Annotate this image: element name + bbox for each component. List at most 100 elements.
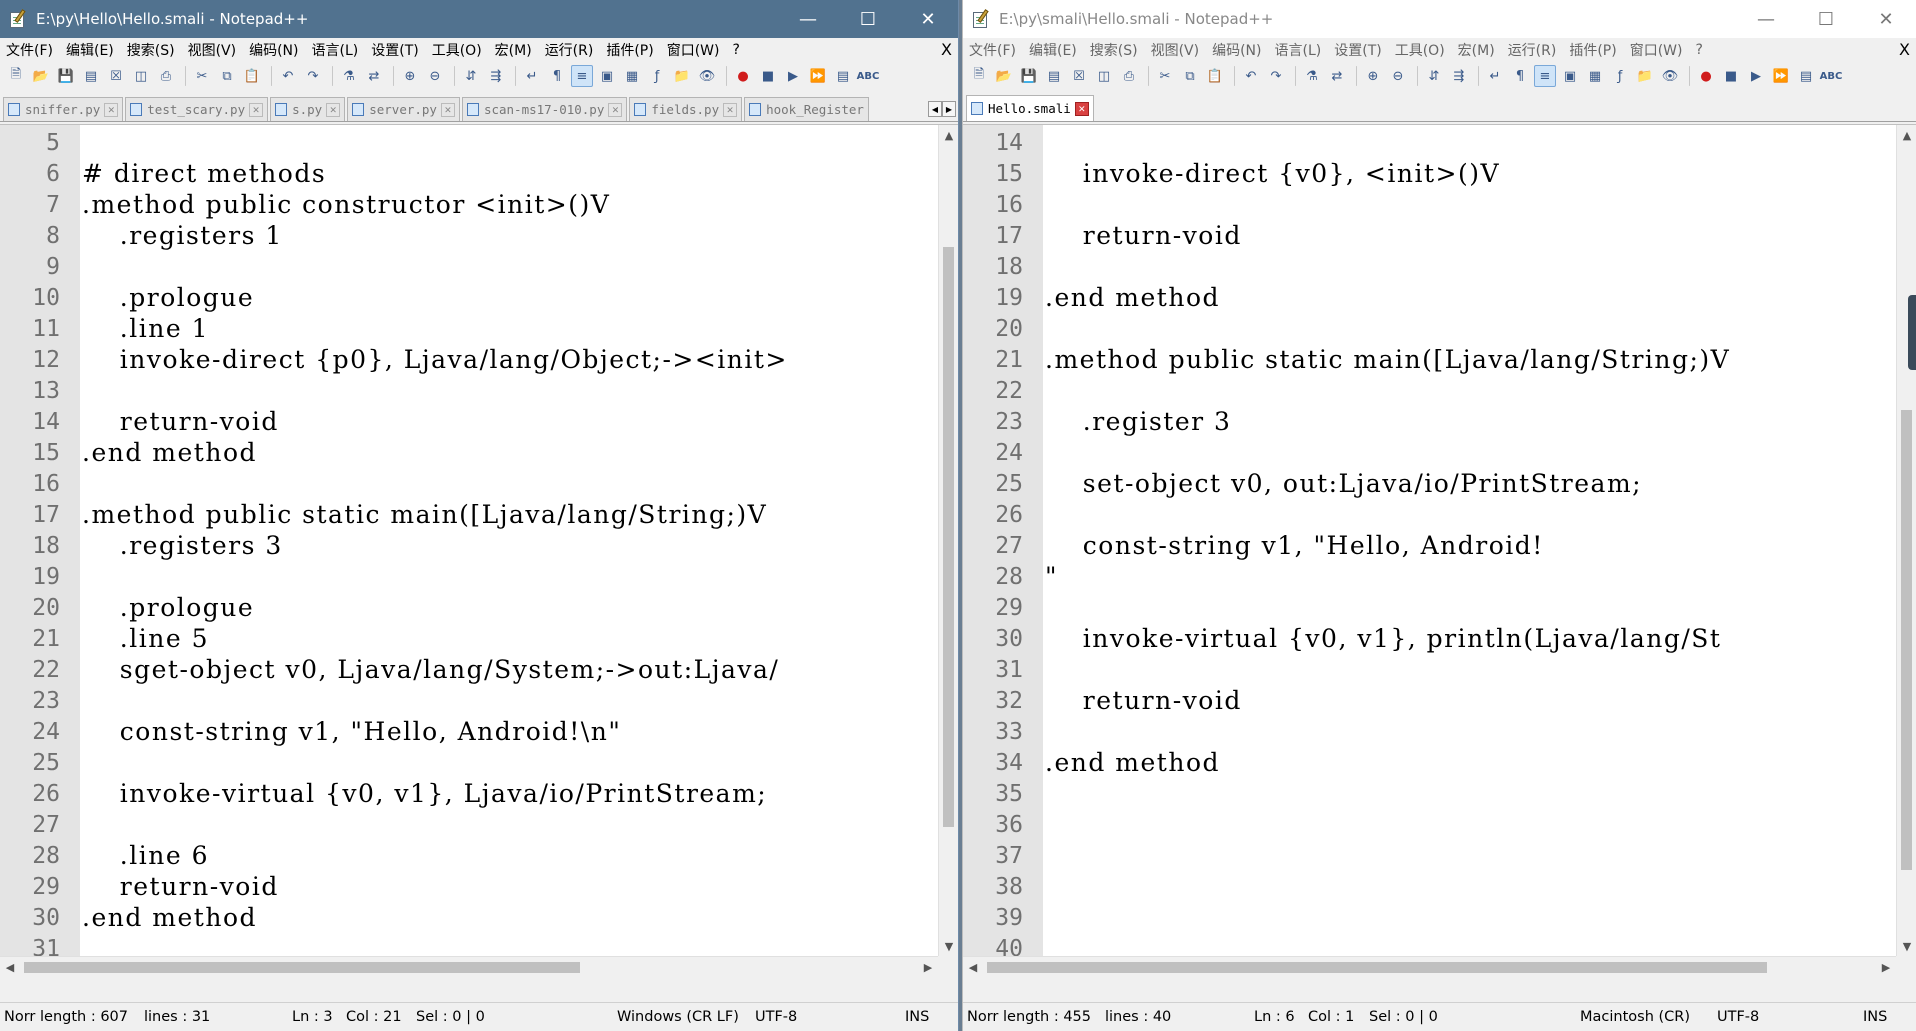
lang-icon[interactable]: ▣ (596, 65, 618, 87)
title-bar[interactable]: E:\py\smali\Hello.smali - Notepad++ — ☐ … (963, 0, 1916, 38)
doc-map-icon[interactable]: ▦ (621, 65, 643, 87)
function-list-icon[interactable]: ƒ (1609, 65, 1631, 87)
menu-file[interactable]: 文件(F) (969, 40, 1016, 60)
code-line[interactable]: 29 return-void (0, 871, 936, 902)
show-all-chars-icon[interactable]: ¶ (546, 65, 568, 87)
menu-settings[interactable]: 设置(T) (371, 40, 418, 60)
code-line[interactable]: 24 (963, 437, 1894, 468)
menu-edit[interactable]: 编辑(E) (1029, 40, 1077, 60)
menu-edit[interactable]: 编辑(E) (66, 40, 114, 60)
code-line[interactable]: 23 (0, 685, 936, 716)
code-line[interactable]: 28 .line 6 (0, 840, 936, 871)
menu-search[interactable]: 搜索(S) (127, 40, 175, 60)
monitor-icon[interactable]: 👁 (696, 65, 718, 87)
scroll-down-icon[interactable]: ▼ (939, 936, 958, 956)
side-panel-handle[interactable] (1908, 295, 1916, 370)
open-icon[interactable]: 📂 (993, 65, 1015, 87)
lang-icon[interactable]: ▣ (1559, 65, 1581, 87)
tab-test-scary[interactable]: test_scary.py ✕ (125, 97, 269, 121)
menu-plugins[interactable]: 插件(P) (606, 40, 653, 60)
record-macro-icon[interactable]: ● (732, 65, 754, 87)
indent-guide-icon[interactable]: ≡ (571, 65, 593, 87)
copy-icon[interactable]: ⧉ (1179, 65, 1201, 87)
code-line[interactable]: 8 .registers 1 (0, 220, 936, 251)
tab-scroll-left-icon[interactable]: ◀ (928, 101, 942, 117)
code-line[interactable]: 33 (963, 716, 1894, 747)
scroll-down-icon[interactable]: ▼ (1897, 936, 1916, 956)
code-line[interactable]: 31 (963, 654, 1894, 685)
maximize-button[interactable]: ☐ (838, 0, 898, 38)
code-line[interactable]: 11 .line 1 (0, 313, 936, 344)
code-line[interactable]: 24 const-string v1, "Hello, Android!\n" (0, 716, 936, 747)
folder-workspace-icon[interactable]: 📁 (671, 65, 693, 87)
code-editor[interactable]: 5 6 # direct methods 7 .method public constr… (0, 124, 958, 976)
title-bar[interactable]: E:\py\Hello\Hello.smali - Notepad++ — ☐ … (0, 0, 958, 38)
menu-file[interactable]: 文件(F) (6, 40, 53, 60)
save-all-icon[interactable]: ▤ (80, 65, 102, 87)
tab-close-icon[interactable]: ✕ (326, 102, 341, 117)
code-line[interactable]: 37 (963, 840, 1894, 871)
print-icon[interactable]: ⎙ (155, 65, 177, 87)
tab-scan-ms17-010[interactable]: scan-ms17-010.py ✕ (461, 97, 628, 121)
scroll-thumb[interactable] (987, 962, 1767, 973)
spellcheck-icon[interactable]: ABC (1820, 65, 1843, 87)
close-all-icon[interactable]: ◫ (1093, 65, 1115, 87)
code-line[interactable]: 18 (963, 251, 1894, 282)
find-icon[interactable]: ⚗ (1301, 65, 1323, 87)
tab-close-icon[interactable]: ✕ (1074, 101, 1089, 116)
menu-view[interactable]: 视图(V) (1151, 40, 1200, 60)
code-line[interactable]: 29 (963, 592, 1894, 623)
menu-encoding[interactable]: 编码(N) (249, 40, 298, 60)
code-line[interactable]: 39 (963, 902, 1894, 933)
code-line[interactable]: 12 invoke-direct {p0}, Ljava/lang/Object… (0, 344, 936, 375)
menu-tools[interactable]: 工具(O) (432, 40, 482, 60)
scroll-left-icon[interactable]: ◀ (0, 957, 20, 977)
paste-icon[interactable]: 📋 (1204, 65, 1226, 87)
stop-macro-icon[interactable]: ■ (1720, 65, 1742, 87)
code-line[interactable]: 16 (963, 189, 1894, 220)
function-list-icon[interactable]: ƒ (646, 65, 668, 87)
zoom-in-icon[interactable]: ⊕ (1362, 65, 1384, 87)
code-line[interactable]: 17 .method public static main([Ljava/lang… (0, 499, 936, 530)
code-line[interactable]: 13 (0, 375, 936, 406)
indent-guide-icon[interactable]: ≡ (1534, 65, 1556, 87)
menu-macro[interactable]: 宏(M) (495, 40, 532, 60)
code-line[interactable]: 20 .prologue (0, 592, 936, 623)
cut-icon[interactable]: ✂ (1154, 65, 1176, 87)
menu-run[interactable]: 运行(R) (1508, 40, 1557, 60)
tab-server[interactable]: server.py ✕ (347, 97, 460, 121)
menu-search[interactable]: 搜索(S) (1090, 40, 1138, 60)
save-all-icon[interactable]: ▤ (1043, 65, 1065, 87)
paste-icon[interactable]: 📋 (241, 65, 263, 87)
open-icon[interactable]: 📂 (30, 65, 52, 87)
show-all-chars-icon[interactable]: ¶ (1509, 65, 1531, 87)
code-line[interactable]: 6 # direct methods (0, 158, 936, 189)
replace-icon[interactable]: ⇄ (1326, 65, 1348, 87)
save-macro-icon[interactable]: ▤ (832, 65, 854, 87)
save-macro-icon[interactable]: ▤ (1795, 65, 1817, 87)
cut-icon[interactable]: ✂ (191, 65, 213, 87)
code-line[interactable]: 30 .end method (0, 902, 936, 933)
doc-map-icon[interactable]: ▦ (1584, 65, 1606, 87)
code-line[interactable]: 21 .method public static main([Ljava/lang… (963, 344, 1894, 375)
tab-fields[interactable]: fields.py ✕ (629, 97, 743, 121)
code-line[interactable]: 17 return-void (963, 220, 1894, 251)
folder-workspace-icon[interactable]: 📁 (1634, 65, 1656, 87)
sync-v-icon[interactable]: ⇵ (460, 65, 482, 87)
code-line[interactable]: 27 (0, 809, 936, 840)
tab-s[interactable]: s.py ✕ (270, 97, 346, 121)
tab-sniffer[interactable]: sniffer.py ✕ (3, 97, 124, 121)
menu-view[interactable]: 视图(V) (188, 40, 237, 60)
word-wrap-icon[interactable]: ↵ (1484, 65, 1506, 87)
save-icon[interactable]: 💾 (55, 65, 77, 87)
code-line[interactable]: 20 (963, 313, 1894, 344)
replace-icon[interactable]: ⇄ (363, 65, 385, 87)
code-line[interactable]: 32 return-void (963, 685, 1894, 716)
code-line[interactable]: 10 .prologue (0, 282, 936, 313)
play-macro-icon[interactable]: ▶ (782, 65, 804, 87)
close-icon[interactable]: ☒ (105, 65, 127, 87)
code-line[interactable]: 26 invoke-virtual {v0, v1}, Ljava/io/Pri… (0, 778, 936, 809)
scroll-right-icon[interactable]: ▶ (1876, 957, 1896, 977)
scroll-thumb[interactable] (24, 962, 580, 973)
code-line[interactable]: 38 (963, 871, 1894, 902)
